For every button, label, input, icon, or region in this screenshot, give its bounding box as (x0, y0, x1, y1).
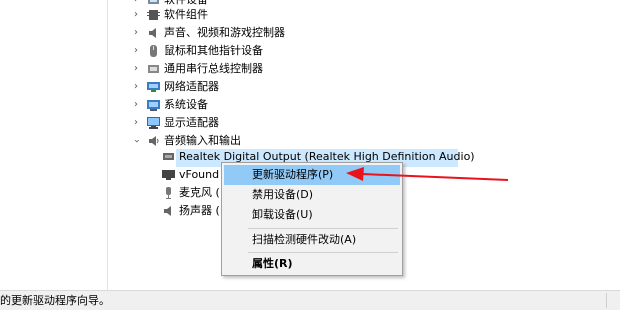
chevron-right-icon[interactable]: › (130, 78, 142, 96)
tree-item-label: 通用串行总线控制器 (164, 62, 263, 75)
audio-device-icon (162, 151, 175, 163)
speaker-device-icon (162, 205, 175, 217)
menu-item-update-driver[interactable]: 更新驱动程序(P) (224, 165, 400, 185)
tree-child-microphone[interactable]: 麦克风 ( (160, 184, 230, 202)
tree-item-display-adapter[interactable]: › 显示适配器 (130, 114, 350, 132)
tree-item-mouse[interactable]: › 鼠标和其他指针设备 (130, 42, 350, 60)
menu-item-properties[interactable]: 属性(R) (224, 254, 400, 274)
context-menu: 更新驱动程序(P) 禁用设备(D) 卸载设备(U) 扫描检测硬件改动(A) 属性… (221, 162, 403, 276)
tree-child-vfound[interactable]: vFound (160, 166, 230, 184)
audio-io-icon (147, 135, 160, 147)
menu-item-scan-hardware[interactable]: 扫描检测硬件改动(A) (224, 230, 400, 250)
tree-item-system-device[interactable]: › 系统设备 (130, 96, 350, 114)
tree-item-label: vFound (179, 168, 220, 181)
display-adapter-icon (147, 117, 160, 129)
tree-item-label: 系统设备 (164, 98, 208, 111)
chevron-right-icon[interactable]: › (130, 60, 142, 78)
status-divider (606, 293, 607, 308)
tree-child-speaker[interactable]: 扬声器 ( (160, 202, 230, 220)
software-component-icon (147, 9, 160, 21)
tree-item-label: 扬声器 ( (179, 204, 220, 217)
tree-item-network-adapter[interactable]: › 网络适配器 (130, 78, 350, 96)
chevron-right-icon[interactable]: › (130, 6, 142, 24)
tree-item-label: 显示适配器 (164, 116, 219, 129)
menu-item-disable-device[interactable]: 禁用设备(D) (224, 185, 400, 205)
chevron-right-icon[interactable]: › (130, 114, 142, 132)
menu-item-label: 扫描检测硬件改动(A) (252, 233, 357, 246)
chevron-right-icon[interactable]: › (130, 96, 142, 114)
menu-item-label: 禁用设备(D) (252, 188, 314, 201)
menu-separator (248, 252, 398, 253)
system-device-icon (147, 99, 160, 111)
tree-item-sound-video-game[interactable]: › 声音、视频和游戏控制器 (130, 24, 350, 42)
speaker-icon (147, 27, 160, 39)
chevron-right-icon[interactable]: › (130, 42, 142, 60)
menu-item-uninstall-device[interactable]: 卸载设备(U) (224, 205, 400, 225)
tree-item-label: 鼠标和其他指针设备 (164, 44, 263, 57)
network-adapter-icon (147, 81, 160, 93)
status-text: 的更新驱动程序向导。 (0, 294, 110, 307)
status-bar: 的更新驱动程序向导。 (0, 290, 620, 310)
chevron-right-icon[interactable]: › (130, 24, 142, 42)
monitor-audio-icon (162, 169, 175, 181)
tree-item-usb[interactable]: › 通用串行总线控制器 (130, 60, 350, 78)
menu-item-label: 属性(R) (252, 257, 293, 270)
tree-item-label: 麦克风 ( (179, 186, 220, 199)
tree-item-label: 网络适配器 (164, 80, 219, 93)
tree-item-software-component[interactable]: › 软件组件 (130, 6, 330, 24)
menu-item-label: 更新驱动程序(P) (252, 168, 334, 181)
menu-item-label: 卸载设备(U) (252, 208, 313, 221)
tree-item-label: 软件组件 (164, 8, 208, 21)
tree-item-label: 声音、视频和游戏控制器 (164, 26, 285, 39)
usb-icon (147, 63, 160, 75)
chevron-down-icon[interactable]: › (127, 135, 145, 147)
microphone-icon (162, 187, 175, 199)
mouse-icon (147, 45, 160, 57)
menu-separator (248, 228, 398, 229)
